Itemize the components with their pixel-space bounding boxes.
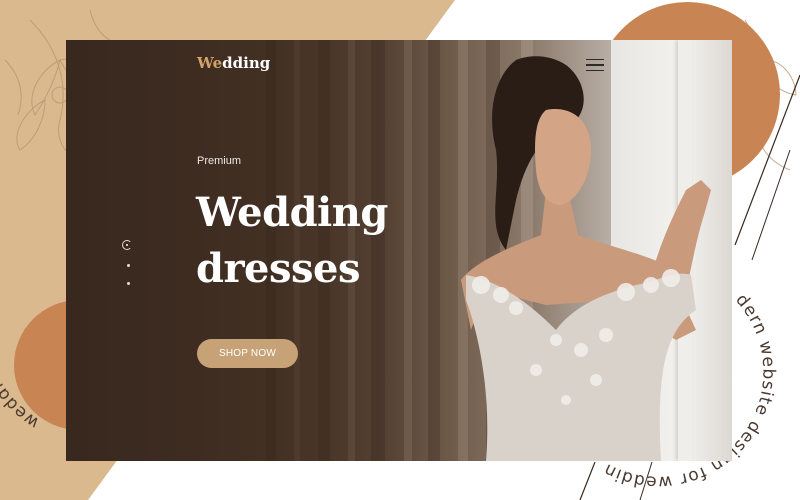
hero-section: Wedding Premium Wedding dresses SHOP NOW <box>66 40 732 461</box>
left-curve-text: wedding ateliers <box>0 279 42 433</box>
slider-dot-active[interactable] <box>122 240 132 250</box>
hero-headline: Wedding dresses <box>196 185 436 297</box>
slider-pagination <box>120 238 140 290</box>
logo-rest: dding <box>222 54 271 72</box>
slider-dot[interactable] <box>127 264 130 267</box>
logo-accent: We <box>197 54 223 72</box>
top-navbar: Wedding <box>66 40 732 92</box>
slider-dot[interactable] <box>127 282 130 285</box>
headline-line-2: dresses <box>196 245 361 292</box>
brand-logo[interactable]: Wedding <box>197 54 270 72</box>
hero-eyebrow: Premium <box>197 155 242 167</box>
hamburger-icon[interactable] <box>582 54 608 76</box>
svg-text:wedding ateliers: wedding ateliers <box>0 279 43 433</box>
headline-line-1: Wedding <box>196 189 388 236</box>
shop-now-button[interactable]: SHOP NOW <box>197 339 298 368</box>
